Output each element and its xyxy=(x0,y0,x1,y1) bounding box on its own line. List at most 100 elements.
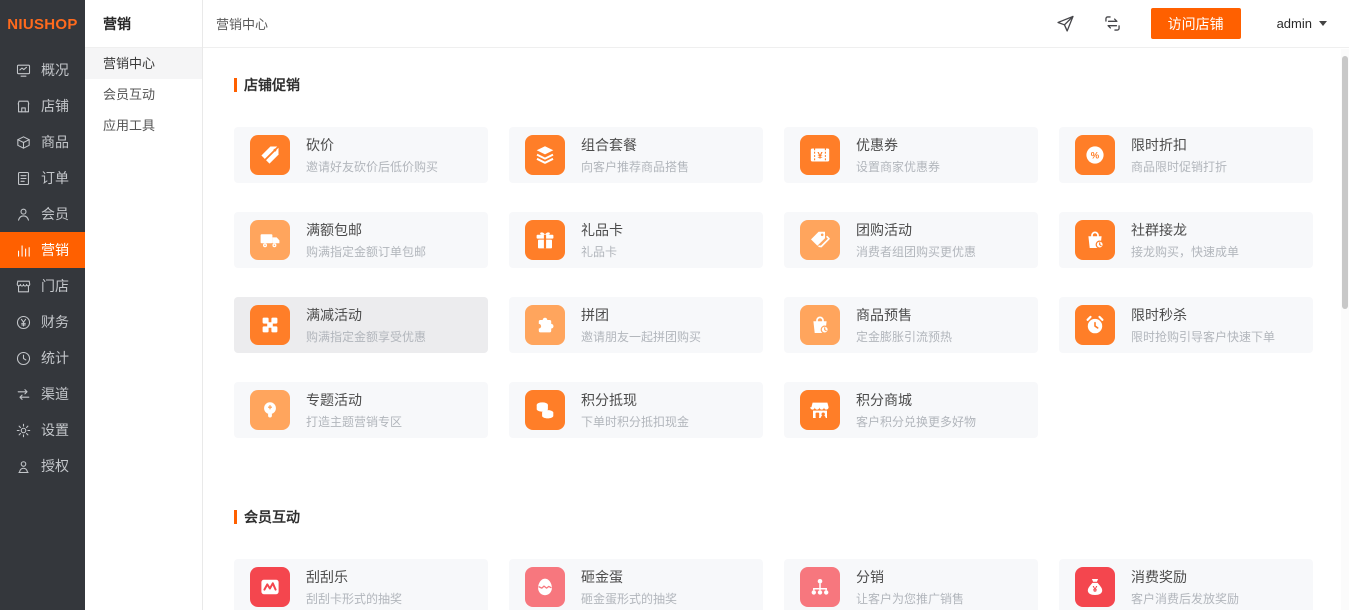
stats-icon xyxy=(15,350,32,367)
switch-icon[interactable] xyxy=(1102,13,1123,34)
sidebar-item-store[interactable]: 店铺 xyxy=(0,88,85,124)
scratch-icon xyxy=(250,567,290,607)
shop-icon xyxy=(15,278,32,295)
tool-card-coupon[interactable]: ¥优惠券设置商家优惠券 xyxy=(784,127,1038,183)
sidebar-item-settings[interactable]: 设置 xyxy=(0,412,85,448)
tool-card-presale[interactable]: 商品预售定金膨胀引流预热 xyxy=(784,297,1038,353)
card-desc: 客户消费后发放奖励 xyxy=(1131,590,1239,607)
tool-card-topic[interactable]: 专题活动打造主题营销专区 xyxy=(234,382,488,438)
sidebar-item-finance[interactable]: 财务 xyxy=(0,304,85,340)
card-title: 限时折扣 xyxy=(1131,135,1227,155)
sidebar-item-label: 订单 xyxy=(41,168,69,188)
breadcrumb: 营销中心 xyxy=(216,14,268,33)
card-desc: 下单时积分抵扣现金 xyxy=(581,413,689,430)
card-desc: 接龙购买，快速成单 xyxy=(1131,243,1239,260)
card-desc: 打造主题营销专区 xyxy=(306,413,402,430)
section-title: 店铺促销 xyxy=(234,75,1314,95)
tool-card-shipping[interactable]: 满额包邮购满指定金额订单包邮 xyxy=(234,212,488,268)
puzzle-icon xyxy=(525,305,565,345)
tool-card-puzzle[interactable]: 拼团邀请朋友一起拼团购买 xyxy=(509,297,763,353)
card-title: 满额包邮 xyxy=(306,220,426,240)
tool-card-reward[interactable]: ¥消费奖励客户消费后发放奖励 xyxy=(1059,559,1313,610)
submenu-item-member-interact[interactable]: 会员互动 xyxy=(85,79,202,110)
tool-card-flashsale[interactable]: 限时秒杀限时抢购引导客户快速下单 xyxy=(1059,297,1313,353)
card-title: 优惠券 xyxy=(856,135,940,155)
tool-card-scratch[interactable]: 刮刮乐刮刮卡形式的抽奖 xyxy=(234,559,488,610)
sidebar-item-channel[interactable]: 渠道 xyxy=(0,376,85,412)
member-icon xyxy=(15,206,32,223)
distribution-icon xyxy=(800,567,840,607)
channel-icon xyxy=(15,386,32,403)
card-title: 组合套餐 xyxy=(581,135,689,155)
card-desc: 邀请好友砍价后低价购买 xyxy=(306,158,438,175)
card-title: 刮刮乐 xyxy=(306,567,402,587)
sidebar-item-members[interactable]: 会员 xyxy=(0,196,85,232)
sidebar-item-marketing[interactable]: 营销 xyxy=(0,232,85,268)
sidebar-item-overview[interactable]: 概况 xyxy=(0,52,85,88)
card-text: 砸金蛋砸金蛋形式的抽奖 xyxy=(581,567,677,607)
section-title: 会员互动 xyxy=(234,507,1314,527)
auth-icon xyxy=(15,458,32,475)
sidebar-item-shops[interactable]: 门店 xyxy=(0,268,85,304)
sidebar-item-auth[interactable]: 授权 xyxy=(0,448,85,484)
submenu-item-app-tools[interactable]: 应用工具 xyxy=(85,110,202,141)
sidebar-item-stats[interactable]: 统计 xyxy=(0,340,85,376)
card-title: 分销 xyxy=(856,567,964,587)
tool-card-bargain[interactable]: 砍价邀请好友砍价后低价购买 xyxy=(234,127,488,183)
card-desc: 消费者组团购买更优惠 xyxy=(856,243,976,260)
card-desc: 设置商家优惠券 xyxy=(856,158,940,175)
tool-card-groupbuy[interactable]: 团购活动消费者组团购买更优惠 xyxy=(784,212,1038,268)
sidebar-item-label: 营销 xyxy=(41,240,69,260)
card-text: 优惠券设置商家优惠券 xyxy=(856,135,940,175)
card-text: 消费奖励客户消费后发放奖励 xyxy=(1131,567,1239,607)
sidebar-item-label: 概况 xyxy=(41,60,69,80)
app-window: NIUSHOP 概况店铺商品订单会员营销门店财务统计渠道设置授权 营销 营销中心… xyxy=(0,0,1349,610)
tool-card-combo[interactable]: 组合套餐向客户推荐商品搭售 xyxy=(509,127,763,183)
card-title: 积分抵现 xyxy=(581,390,689,410)
visit-shop-button[interactable]: 访问店铺 xyxy=(1151,8,1241,39)
send-icon[interactable] xyxy=(1055,13,1076,34)
card-text: 满额包邮购满指定金额订单包邮 xyxy=(306,220,426,260)
scrollbar-thumb[interactable] xyxy=(1342,56,1348,309)
tool-card-golden-egg[interactable]: 砸金蛋砸金蛋形式的抽奖 xyxy=(509,559,763,610)
sidebar-item-goods[interactable]: 商品 xyxy=(0,124,85,160)
points-cash-icon xyxy=(525,390,565,430)
tool-card-discount[interactable]: %限时折扣商品限时促销打折 xyxy=(1059,127,1313,183)
store-icon xyxy=(15,98,32,115)
card-title: 砸金蛋 xyxy=(581,567,677,587)
overview-icon xyxy=(15,62,32,79)
shipping-icon xyxy=(250,220,290,260)
card-title: 礼品卡 xyxy=(581,220,623,240)
card-text: 团购活动消费者组团购买更优惠 xyxy=(856,220,976,260)
card-title: 社群接龙 xyxy=(1131,220,1239,240)
tool-card-points-mall[interactable]: 积分商城客户积分兑换更多好物 xyxy=(784,382,1038,438)
sidebar-item-label: 渠道 xyxy=(41,384,69,404)
scrollbar-track[interactable] xyxy=(1341,49,1349,610)
card-title: 商品预售 xyxy=(856,305,952,325)
card-text: 组合套餐向客户推荐商品搭售 xyxy=(581,135,689,175)
sidebar-item-label: 统计 xyxy=(41,348,69,368)
tool-card-chain[interactable]: 社群接龙接龙购买，快速成单 xyxy=(1059,212,1313,268)
card-text: 专题活动打造主题营销专区 xyxy=(306,390,402,430)
sidebar-item-orders[interactable]: 订单 xyxy=(0,160,85,196)
marketing-icon xyxy=(15,242,32,259)
card-title: 专题活动 xyxy=(306,390,402,410)
tool-card-distribution[interactable]: 分销让客户为您推广销售 xyxy=(784,559,1038,610)
points-mall-icon xyxy=(800,390,840,430)
submenu-item-marketing-center[interactable]: 营销中心 xyxy=(85,48,202,79)
card-title: 消费奖励 xyxy=(1131,567,1239,587)
card-text: 限时秒杀限时抢购引导客户快速下单 xyxy=(1131,305,1275,345)
sidebar-item-label: 授权 xyxy=(41,456,69,476)
tool-card-giftcard[interactable]: 礼品卡礼品卡 xyxy=(509,212,763,268)
content: 店铺促销砍价邀请好友砍价后低价购买组合套餐向客户推荐商品搭售¥优惠券设置商家优惠… xyxy=(203,48,1349,610)
tool-card-points-cash[interactable]: 积分抵现下单时积分抵扣现金 xyxy=(509,382,763,438)
tool-card-reduction[interactable]: 满减活动购满指定金额享受优惠 xyxy=(234,297,488,353)
card-title: 满减活动 xyxy=(306,305,426,325)
user-menu[interactable]: admin xyxy=(1277,16,1327,31)
main-area: 营销中心 访问店铺 admin 店铺促销砍价邀请好友砍价后低价购买 组合套餐向客户… xyxy=(203,0,1349,610)
card-desc: 砸金蛋形式的抽奖 xyxy=(581,590,677,607)
card-desc: 邀请朋友一起拼团购买 xyxy=(581,328,701,345)
topbar: 营销中心 访问店铺 admin xyxy=(203,0,1349,48)
card-text: 礼品卡礼品卡 xyxy=(581,220,623,260)
egg-icon xyxy=(525,567,565,607)
